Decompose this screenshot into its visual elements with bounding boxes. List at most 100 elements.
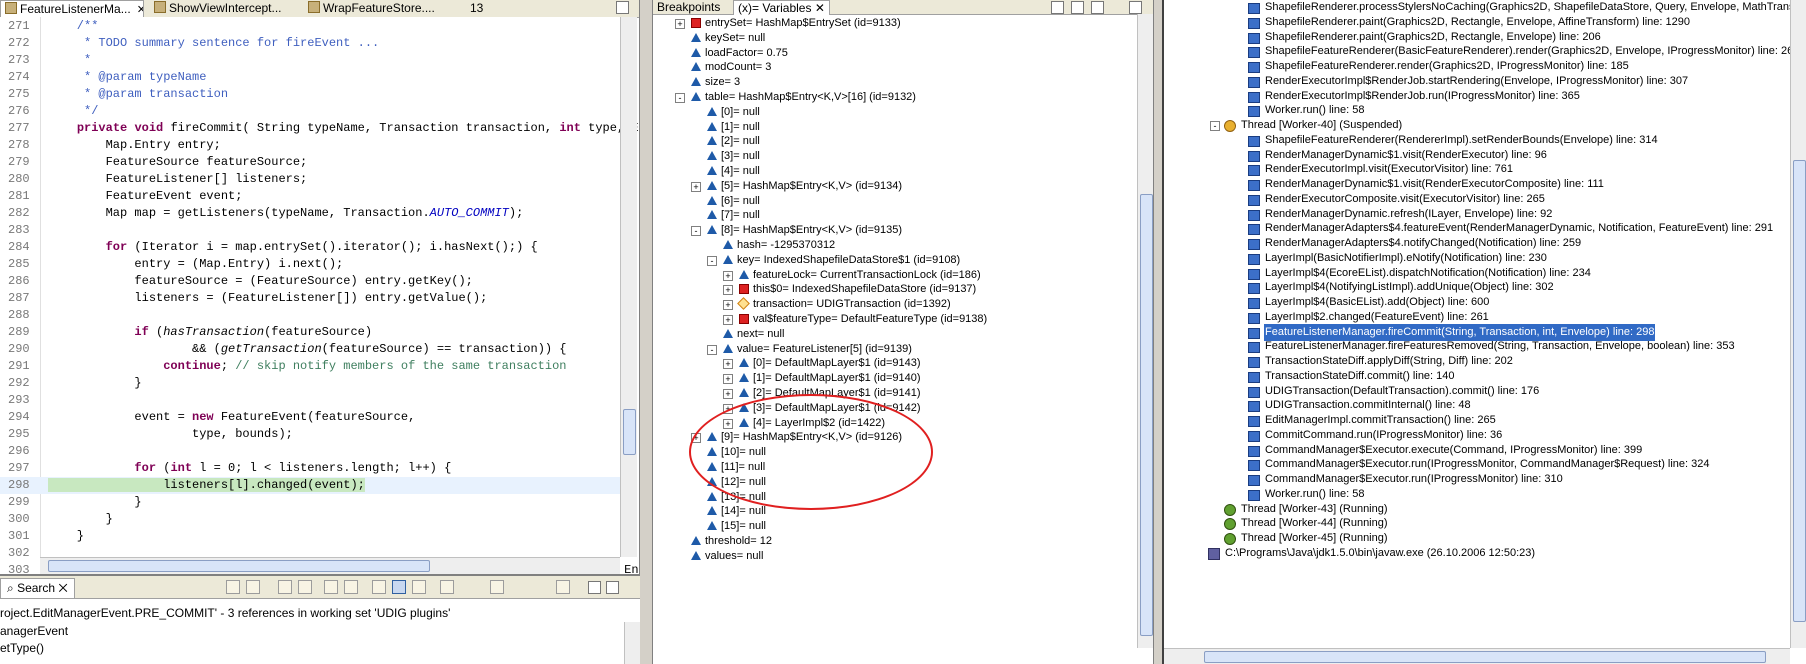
variable-row[interactable]: values= null [653,548,1133,565]
code-line[interactable]: 291 continue; // skip notify members of … [0,358,620,375]
code-line[interactable]: 292 } [0,375,620,392]
expand-all-icon[interactable] [324,580,338,594]
line-number: 293 [8,393,30,407]
code-line[interactable]: 287 listeners = (FeatureListener[]) entr… [0,290,620,307]
debug-vertical-scrollbar[interactable] [1790,0,1806,648]
scroll-thumb[interactable] [623,409,636,455]
code-line[interactable]: 277 private void fireCommit( String type… [0,120,639,137]
code-line[interactable]: 286 featureSource = (FeatureSource) entr… [0,273,620,290]
maximize-icon[interactable] [606,581,619,594]
process-entry[interactable]: C:\Programs\Java\jdk1.5.0\bin\javaw.exe … [1164,545,1788,562]
collapse-icon[interactable]: - [1210,121,1220,131]
next-match-icon[interactable] [226,580,240,594]
minimize-icon[interactable] [588,581,601,594]
code-line[interactable]: 297 for (int l = 0; l < listeners.length… [0,460,620,477]
code-line[interactable]: 272 * TODO summary sentence for fireEven… [0,35,620,52]
close-tab-icon[interactable]: ✕ [137,4,143,16]
close-tab-icon[interactable]: ✕ [815,1,825,15]
close-tab-icon[interactable]: ✕ [58,581,67,595]
code-line[interactable]: 285 entry = (Map.Entry) i.next(); [0,256,620,273]
collapse-icon[interactable]: - [707,255,717,266]
code-line[interactable]: 282 Map map = getListeners(typeName, Tra… [0,205,620,222]
pin-view-icon[interactable] [440,580,454,594]
show-as-tree-icon[interactable] [412,580,426,594]
maximize-icon[interactable] [616,1,629,14]
scroll-thumb[interactable] [48,560,430,572]
expand-icon[interactable]: + [723,374,733,385]
editor-tab-wrapfeaturestore[interactable]: WrapFeatureStore.... [304,0,448,16]
show-type-names-icon[interactable] [1051,1,1064,14]
code-line[interactable]: 300 } [0,511,620,528]
expand-icon[interactable]: + [691,433,701,444]
expand-icon[interactable]: + [723,389,733,399]
code-line[interactable]: 281 FeatureEvent event; [0,188,620,205]
code-line[interactable]: 274 * @param typeName [0,69,620,86]
code-line[interactable]: 271 /** [0,18,620,35]
search-result-item[interactable]: etType() [0,640,44,656]
search-tab[interactable]: ⌕ Search ✕ [0,578,75,598]
tab-variables[interactable]: (x)= Variables ✕ [733,0,830,15]
code-line[interactable]: 278 Map.Entry entry; [0,137,620,154]
code-line[interactable]: 294 event = new FeatureEvent(featureSour… [0,409,620,426]
code-area[interactable]: 271 /** 272 * TODO summary sentence for f… [0,17,639,574]
code-line[interactable]: 290 && (getTransaction(featureSource) ==… [0,341,620,358]
code-line[interactable]: 288 [0,307,620,324]
collapse-all-icon[interactable] [344,580,358,594]
debug-horizontal-scrollbar[interactable] [1164,648,1790,664]
show-logical-structure-icon[interactable] [1071,1,1084,14]
code-line[interactable]: 293 [0,392,620,409]
code-line[interactable]: 284 for (Iterator i = map.entrySet().ite… [0,239,620,256]
editor-tab-showviewinterceptor[interactable]: ShowViewIntercept... [150,0,294,16]
search-vertical-scrollbar[interactable] [624,622,640,664]
code-line[interactable]: 296 [0,443,620,460]
remove-all-icon[interactable] [298,580,312,594]
expand-icon[interactable]: + [723,418,733,429]
expand-icon[interactable]: + [723,359,733,370]
code-line[interactable]: 273 * [0,52,620,69]
previous-match-icon[interactable] [246,580,260,594]
code-line[interactable]: 289 if (hasTransaction(featureSource) [0,324,620,341]
stack-frame-icon [1248,180,1260,191]
minimize-icon[interactable] [1129,1,1142,14]
code-line[interactable]: 283 [0,222,620,239]
stack-frame-icon [1248,32,1260,44]
collapse-icon[interactable]: - [707,344,717,355]
editor-vertical-scrollbar[interactable] [620,17,637,557]
line-number: 300 [8,512,30,526]
code-line[interactable]: 299 } [0,494,620,511]
collapse-icon[interactable]: - [675,93,685,103]
code-line[interactable]: 280 FeatureListener[] listeners; [0,171,620,188]
search-history-icon[interactable] [490,580,504,594]
editor-tab-featurelistenermanager[interactable]: FeatureListenerMa...✕ [0,0,144,17]
search-result-summary: roject.EditManagerEvent.PRE_COMMIT' - 3 … [0,606,451,620]
code-line[interactable]: 295 type, bounds); [0,426,620,443]
line-number: 288 [8,308,30,322]
view-menu-icon[interactable] [556,580,570,594]
tab-breakpoints[interactable]: Breakpoints [653,0,724,14]
expand-icon[interactable]: + [723,285,733,296]
expand-icon[interactable]: + [723,270,733,281]
collapse-all-icon[interactable] [1091,1,1104,14]
hidden-tabs-count[interactable]: 13 [466,0,494,16]
expand-icon[interactable]: + [723,403,733,414]
expand-icon[interactable]: + [691,181,701,192]
code-line[interactable]: 301 } [0,528,620,545]
search-result-item[interactable]: anagerEvent [0,623,68,639]
variables-view: Breakpoints (x)= Variables ✕ + entrySet= … [652,0,1154,664]
show-as-list-icon[interactable] [392,580,406,594]
collapse-icon[interactable]: - [691,226,701,237]
remove-selected-icon[interactable] [278,580,292,594]
current-instruction-line[interactable]: 298 listeners[l].changed(event); [0,477,620,494]
code-line[interactable]: 275 * @param transaction [0,86,620,103]
expand-icon[interactable]: + [675,19,685,29]
scroll-thumb[interactable] [1793,160,1806,622]
cancel-search-icon[interactable] [372,580,386,594]
expand-icon[interactable]: + [723,315,733,325]
code-line[interactable]: 279 FeatureSource featureSource; [0,154,620,171]
scroll-thumb[interactable] [1140,194,1153,636]
code-line[interactable]: 276 */ [0,103,620,120]
editor-horizontal-scrollbar[interactable] [40,557,620,574]
variables-vertical-scrollbar[interactable] [1137,14,1153,648]
expand-icon[interactable]: + [723,300,733,311]
scroll-thumb[interactable] [1204,651,1766,663]
